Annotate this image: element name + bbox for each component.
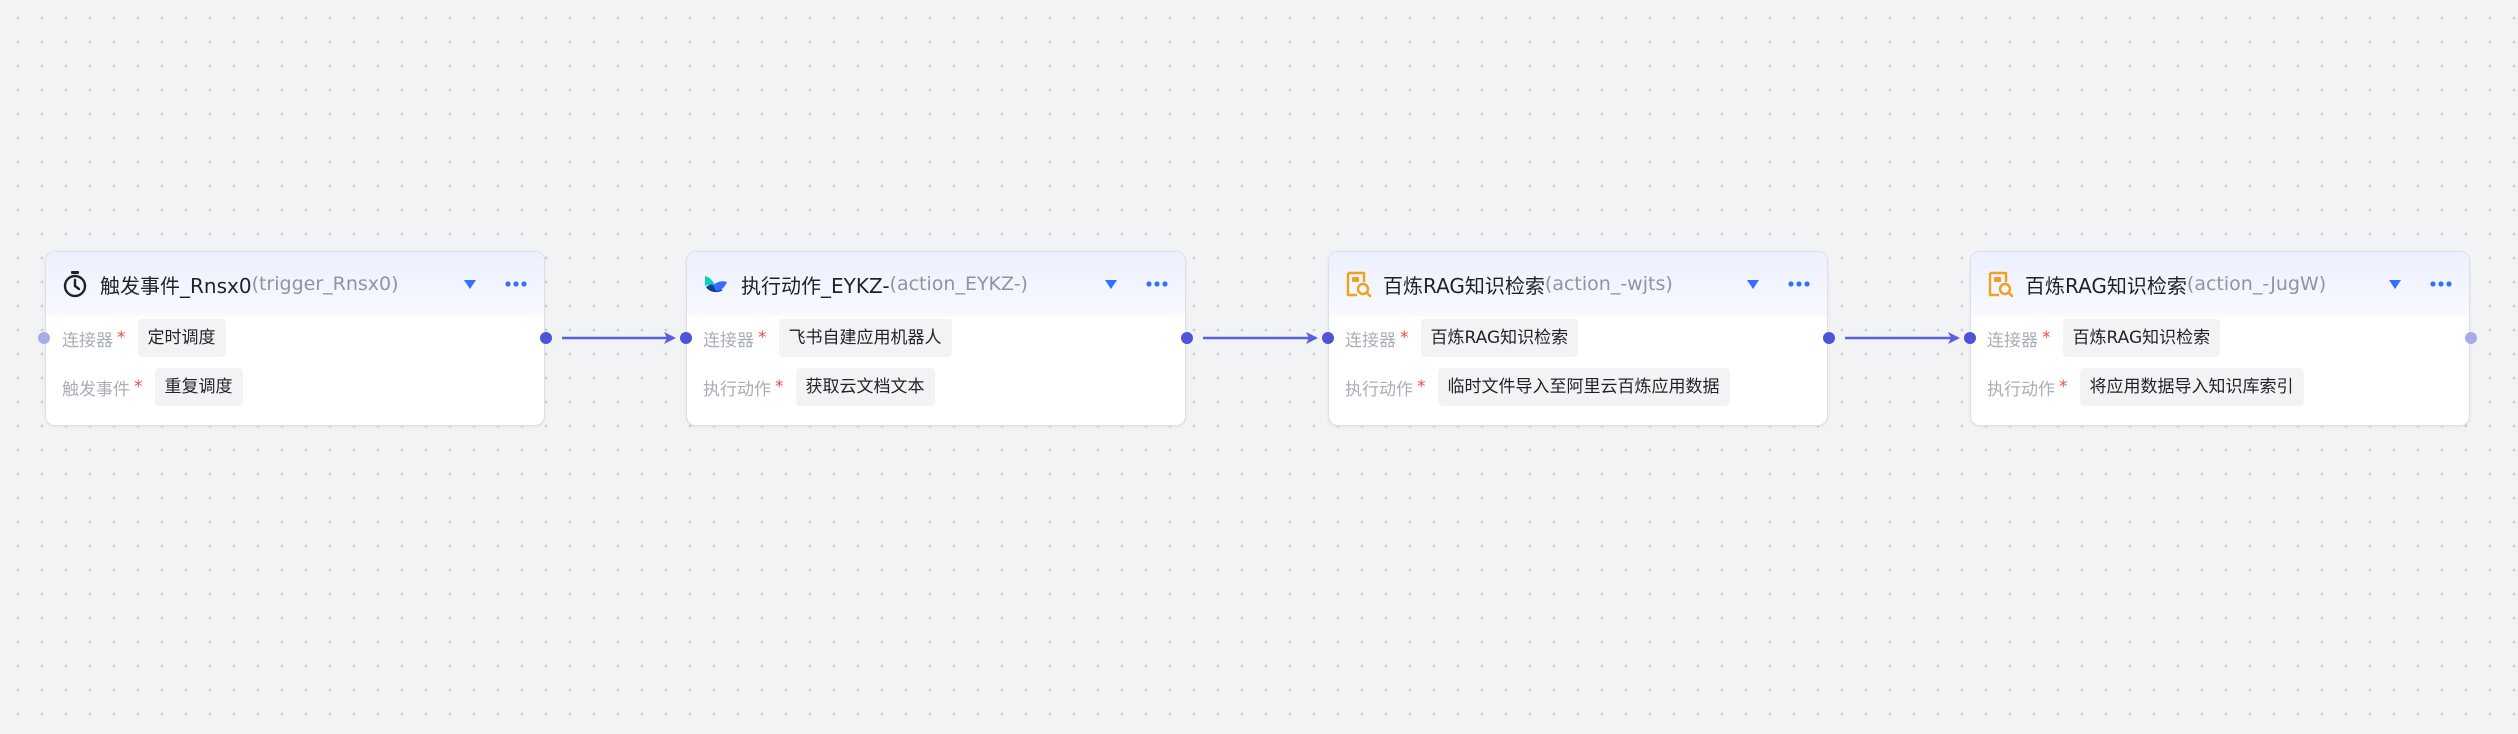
required-mark: * <box>1417 377 1426 397</box>
node-header[interactable]: 触发事件_Rnsx0 (trigger_Rnsx0) <box>46 252 544 316</box>
row-value[interactable]: 临时文件导入至阿里云百炼应用数据 <box>1437 368 1730 406</box>
connector-row: 连接器 * 定时调度 <box>62 318 226 358</box>
input-handle[interactable] <box>1964 332 1976 344</box>
node-subtitle: (action_EYKZ-) <box>889 273 1028 295</box>
more-icon <box>505 281 527 287</box>
node-subtitle: (action_-wjts) <box>1544 273 1673 295</box>
node-title: 触发事件_Rnsx0 <box>100 273 252 298</box>
node-action-rag-2[interactable]: 百炼RAG知识检索 (action_-JugW) 连接器 * 百炼RAG知识检索… <box>1970 251 2470 426</box>
knowledge-search-icon <box>1985 269 2015 299</box>
row-value[interactable]: 获取云文档文本 <box>795 368 935 406</box>
more-icon <box>1788 281 1810 287</box>
required-mark: * <box>2042 328 2051 348</box>
required-mark: * <box>134 377 143 397</box>
output-handle[interactable] <box>2465 332 2477 344</box>
required-mark: * <box>2059 377 2068 397</box>
more-button[interactable] <box>2425 272 2457 296</box>
collapse-button[interactable] <box>1099 272 1123 296</box>
row-label: 连接器 <box>62 330 113 351</box>
action-row: 执行动作 * 临时文件导入至阿里云百炼应用数据 <box>1345 367 1730 407</box>
action-row: 执行动作 * 将应用数据导入知识库索引 <box>1987 367 2304 407</box>
output-handle[interactable] <box>1823 332 1835 344</box>
row-value[interactable]: 飞书自建应用机器人 <box>778 319 952 357</box>
collapse-button[interactable] <box>1741 272 1765 296</box>
node-action-feishu[interactable]: 执行动作_EYKZ- (action_EYKZ-) 连接器 * 飞书自建应用机器… <box>686 251 1186 426</box>
node-title: 执行动作_EYKZ- <box>741 273 890 298</box>
row-value[interactable]: 将应用数据导入知识库索引 <box>2079 368 2304 406</box>
row-label: 执行动作 <box>703 379 771 400</box>
knowledge-search-icon <box>1343 269 1373 299</box>
node-title: 百炼RAG知识检索 <box>1383 273 1545 298</box>
caret-down-icon <box>1747 280 1759 289</box>
caret-down-icon <box>1105 280 1117 289</box>
row-label: 连接器 <box>1345 330 1396 351</box>
required-mark: * <box>775 377 784 397</box>
input-handle[interactable] <box>680 332 692 344</box>
row-value[interactable]: 定时调度 <box>137 319 226 357</box>
caret-down-icon <box>464 280 476 289</box>
node-header[interactable]: 执行动作_EYKZ- (action_EYKZ-) <box>687 252 1185 316</box>
row-label: 执行动作 <box>1987 379 2055 400</box>
node-action-rag-1[interactable]: 百炼RAG知识检索 (action_-wjts) 连接器 * 百炼RAG知识检索… <box>1328 251 1828 426</box>
connector-row: 连接器 * 百炼RAG知识检索 <box>1987 318 2221 358</box>
collapse-button[interactable] <box>2383 272 2407 296</box>
caret-down-icon <box>2389 280 2401 289</box>
more-button[interactable] <box>1141 272 1173 296</box>
more-button[interactable] <box>500 272 532 296</box>
input-handle[interactable] <box>38 332 50 344</box>
row-label: 执行动作 <box>1345 379 1413 400</box>
row-value[interactable]: 百炼RAG知识检索 <box>1420 319 1579 357</box>
node-trigger[interactable]: 触发事件_Rnsx0 (trigger_Rnsx0) 连接器 * 定时调度 触发… <box>45 251 545 426</box>
more-icon <box>2430 281 2452 287</box>
row-label: 连接器 <box>703 330 754 351</box>
node-header[interactable]: 百炼RAG知识检索 (action_-JugW) <box>1971 252 2469 316</box>
required-mark: * <box>1400 328 1409 348</box>
stopwatch-icon <box>60 269 90 299</box>
output-handle[interactable] <box>1181 332 1193 344</box>
action-row: 执行动作 * 获取云文档文本 <box>703 367 935 407</box>
collapse-button[interactable] <box>458 272 482 296</box>
output-handle[interactable] <box>540 332 552 344</box>
input-handle[interactable] <box>1322 332 1334 344</box>
required-mark: * <box>758 328 767 348</box>
node-subtitle: (action_-JugW) <box>2186 273 2327 295</box>
node-title: 百炼RAG知识检索 <box>2025 273 2187 298</box>
required-mark: * <box>117 328 126 348</box>
row-value[interactable]: 百炼RAG知识检索 <box>2062 319 2221 357</box>
connector-row: 连接器 * 百炼RAG知识检索 <box>1345 318 1579 358</box>
node-header[interactable]: 百炼RAG知识检索 (action_-wjts) <box>1329 252 1827 316</box>
row-value[interactable]: 重复调度 <box>154 368 243 406</box>
connector-row: 连接器 * 飞书自建应用机器人 <box>703 318 952 358</box>
more-icon <box>1146 281 1168 287</box>
feishu-bot-icon <box>701 269 731 299</box>
row-label: 连接器 <box>1987 330 2038 351</box>
workflow-canvas[interactable]: 触发事件_Rnsx0 (trigger_Rnsx0) 连接器 * 定时调度 触发… <box>0 0 2518 734</box>
row-label: 触发事件 <box>62 379 130 400</box>
event-row: 触发事件 * 重复调度 <box>62 367 243 407</box>
node-subtitle: (trigger_Rnsx0) <box>251 273 399 295</box>
more-button[interactable] <box>1783 272 1815 296</box>
